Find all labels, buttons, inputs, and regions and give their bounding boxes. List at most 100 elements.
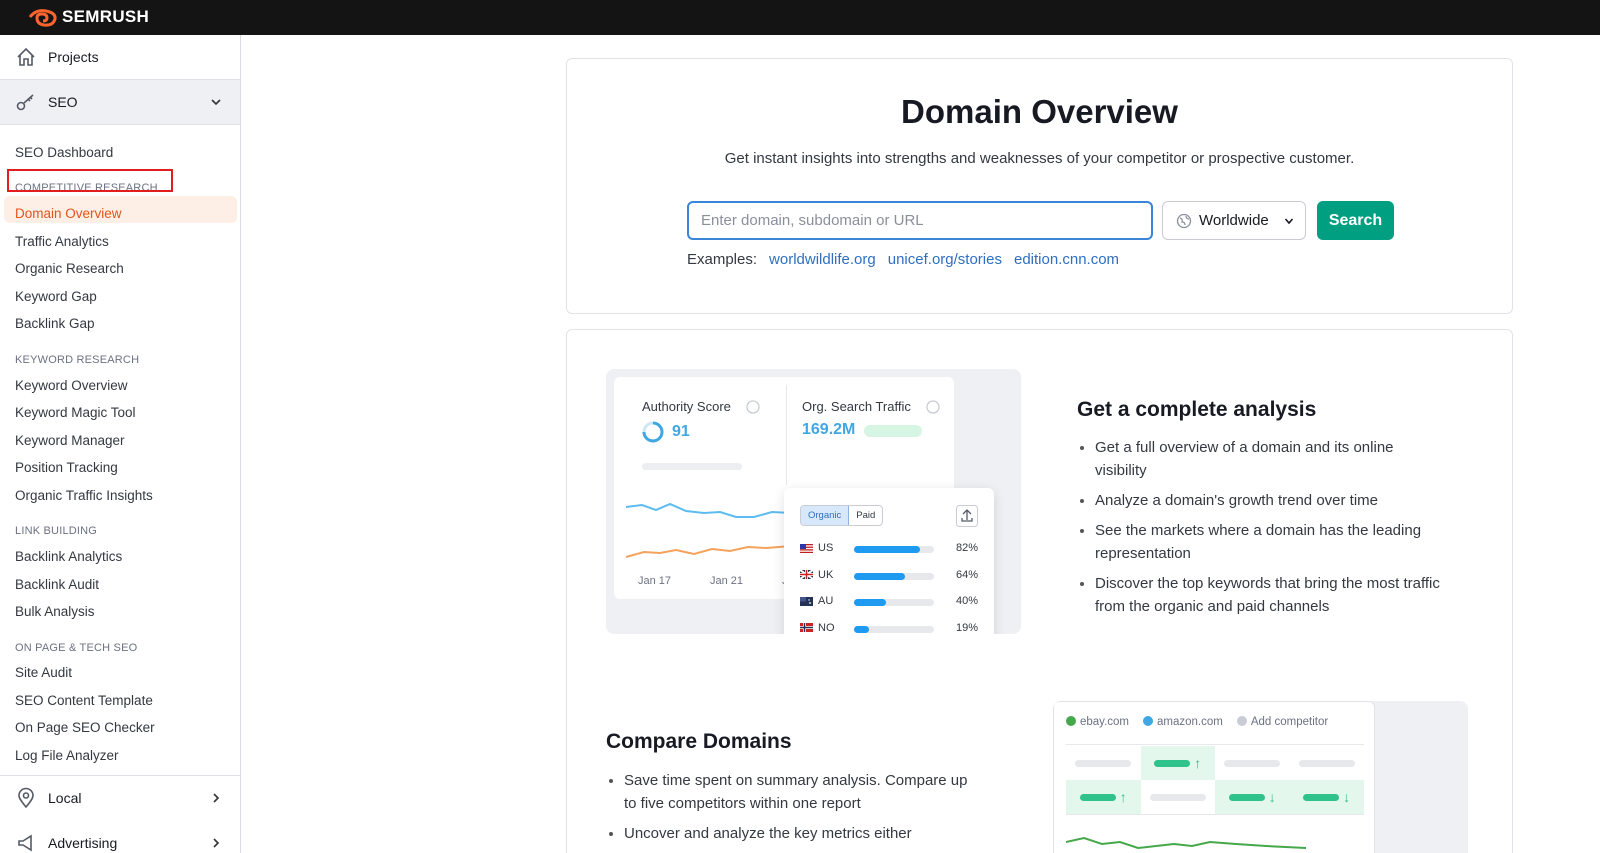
country-label: NO bbox=[800, 622, 835, 634]
domain-search-card: Domain Overview Get instant insights int… bbox=[566, 58, 1513, 314]
example-link[interactable]: unicef.org/stories bbox=[888, 251, 1002, 268]
sidebar-nav-item[interactable]: Backlink Gap bbox=[15, 316, 95, 331]
domain-search-input[interactable] bbox=[687, 201, 1153, 240]
sidebar-nav-item[interactable]: Backlink Analytics bbox=[15, 549, 122, 564]
country-row: NO 19% bbox=[784, 622, 994, 635]
sidebar-nav-item[interactable]: Keyword Gap bbox=[15, 289, 97, 304]
example-link[interactable]: worldwildlife.org bbox=[769, 251, 876, 268]
share-bar bbox=[854, 572, 934, 580]
sidebar-advertising[interactable]: Advertising bbox=[0, 820, 240, 853]
list-item: Save time spent on summary analysis. Com… bbox=[606, 769, 976, 815]
divider bbox=[1066, 744, 1364, 745]
home-icon bbox=[17, 47, 35, 66]
sidebar-nav-item[interactable]: Backlink Audit bbox=[15, 577, 99, 592]
compare-cell: ↑ bbox=[1066, 780, 1141, 814]
compare-cell: ↑ bbox=[1140, 746, 1215, 780]
sidebar-nav-item[interactable]: Site Audit bbox=[15, 665, 72, 680]
share-bar-fill bbox=[854, 546, 920, 553]
country-label: UK bbox=[800, 569, 833, 581]
chevron-down-icon bbox=[211, 99, 221, 106]
flag-icon bbox=[800, 543, 813, 553]
sidebar-nav-item[interactable]: Organic Research bbox=[15, 261, 124, 276]
globe-icon bbox=[1176, 213, 1192, 228]
highlight-annotation-box bbox=[7, 169, 173, 192]
sidebar-nav-item[interactable]: Bulk Analysis bbox=[15, 604, 95, 619]
nav-section-heading: KEYWORD RESEARCH bbox=[15, 354, 140, 366]
sidebar-nav-item[interactable]: Domain Overview bbox=[15, 206, 122, 221]
ebay-dot bbox=[1066, 716, 1076, 726]
region-select[interactable]: Worldwide bbox=[1162, 201, 1306, 240]
examples-label: Examples: bbox=[687, 251, 758, 268]
sidebar-nav-item[interactable]: Organic Traffic Insights bbox=[15, 488, 153, 503]
toggle-organic[interactable]: Organic bbox=[801, 506, 850, 525]
sidebar: Projects SEO Local Advertising SEO Dashb… bbox=[0, 35, 241, 853]
sidebar-nav-item[interactable]: Traffic Analytics bbox=[15, 234, 109, 249]
country-row: US 82% bbox=[784, 542, 994, 558]
authority-score-value: 91 bbox=[672, 423, 690, 440]
search-button[interactable]: Search bbox=[1317, 201, 1394, 240]
toggle-paid[interactable]: Paid bbox=[849, 506, 882, 525]
flag-icon bbox=[800, 623, 813, 632]
compare-panel: ebay.com amazon.com Add competitor ↑ ↑ ↓… bbox=[1053, 701, 1375, 853]
compare-trend-chart bbox=[1066, 836, 1306, 850]
info-icon bbox=[926, 400, 940, 414]
divider bbox=[786, 385, 787, 485]
nav-section-heading: ON PAGE & TECH SEO bbox=[15, 642, 138, 654]
sidebar-nav-item[interactable]: On Page SEO Checker bbox=[15, 720, 155, 735]
features-card: Authority Score 91 Org. Search Traffic 1… bbox=[566, 329, 1513, 853]
sidebar-seo[interactable]: SEO bbox=[0, 80, 240, 125]
sidebar-nav-item[interactable]: SEO Dashboard bbox=[15, 145, 113, 160]
date-label: Jan 17 bbox=[638, 575, 672, 587]
placeholder-bar bbox=[642, 463, 742, 470]
sidebar-nav-item[interactable]: SEO Content Template bbox=[15, 693, 153, 708]
page-subtitle: Get instant insights into strengths and … bbox=[724, 150, 1355, 167]
countries-panel: Organic Paid US 82% UK 64% AU 40% NO 19% bbox=[784, 488, 994, 634]
trend-badge bbox=[864, 425, 922, 437]
compare-cell bbox=[1290, 746, 1365, 780]
share-bar-fill bbox=[854, 572, 906, 580]
traffic-label: Org. Search Traffic bbox=[802, 399, 911, 414]
sidebar-nav-item[interactable]: Keyword Overview bbox=[15, 378, 128, 393]
top-bar: SEMRUSH bbox=[0, 0, 1600, 35]
sidebar-nav-item[interactable]: Log File Analyzer bbox=[15, 748, 119, 763]
sidebar-nav-item[interactable]: Position Tracking bbox=[15, 460, 118, 475]
authority-score-label: Authority Score bbox=[642, 399, 731, 414]
sidebar-nav-item[interactable]: Keyword Magic Tool bbox=[15, 405, 136, 420]
country-row: AU 40% bbox=[784, 595, 994, 611]
analysis-illustration: Authority Score 91 Org. Search Traffic 1… bbox=[606, 369, 1021, 634]
compare-bullets: Save time spent on summary analysis. Com… bbox=[606, 769, 976, 852]
share-percent: 82% bbox=[955, 542, 978, 554]
chevron-right-icon bbox=[213, 837, 220, 848]
add-competitor-dot bbox=[1236, 716, 1247, 726]
country-label: AU bbox=[800, 595, 833, 607]
legend-ebay: ebay.com bbox=[1066, 716, 1129, 728]
share-bar bbox=[854, 625, 934, 633]
share-percent: 64% bbox=[955, 568, 978, 581]
fire-logo-icon bbox=[28, 9, 57, 27]
compare-row: ↑ ↓ ↓ bbox=[1066, 780, 1364, 814]
export-icon[interactable] bbox=[956, 505, 978, 527]
sidebar-nav-item[interactable]: Keyword Manager bbox=[15, 433, 125, 448]
compare-legend: ebay.com amazon.com Add competitor bbox=[1066, 716, 1328, 728]
info-icon bbox=[746, 400, 760, 414]
compare-cell: ↓ bbox=[1215, 780, 1290, 814]
example-link[interactable]: edition.cnn.com bbox=[1014, 251, 1119, 268]
country-row: UK 64% bbox=[784, 569, 994, 585]
location-pin-icon bbox=[18, 787, 34, 809]
organic-paid-toggle[interactable]: Organic Paid bbox=[800, 505, 884, 526]
semrush-logo[interactable]: SEMRUSH bbox=[28, 6, 149, 28]
share-bar-fill bbox=[854, 599, 886, 606]
sidebar-projects[interactable]: Projects bbox=[0, 35, 240, 80]
key-icon bbox=[16, 94, 34, 111]
country-code: UK bbox=[818, 568, 834, 581]
list-item: See the markets where a domain has the l… bbox=[1077, 519, 1447, 565]
sidebar-advertising-label: Advertising bbox=[48, 834, 118, 851]
share-percent: 19% bbox=[955, 621, 978, 634]
compare-heading: Compare Domains bbox=[606, 730, 792, 753]
list-item: Get a full overview of a domain and its … bbox=[1077, 436, 1447, 482]
sidebar-local[interactable]: Local bbox=[0, 775, 240, 820]
compare-row: ↑ bbox=[1066, 746, 1364, 780]
country-code: US bbox=[818, 542, 834, 554]
compare-illustration: ebay.com amazon.com Add competitor ↑ ↑ ↓… bbox=[1053, 701, 1468, 853]
add-competitor-button[interactable]: Add competitor bbox=[1236, 716, 1328, 728]
